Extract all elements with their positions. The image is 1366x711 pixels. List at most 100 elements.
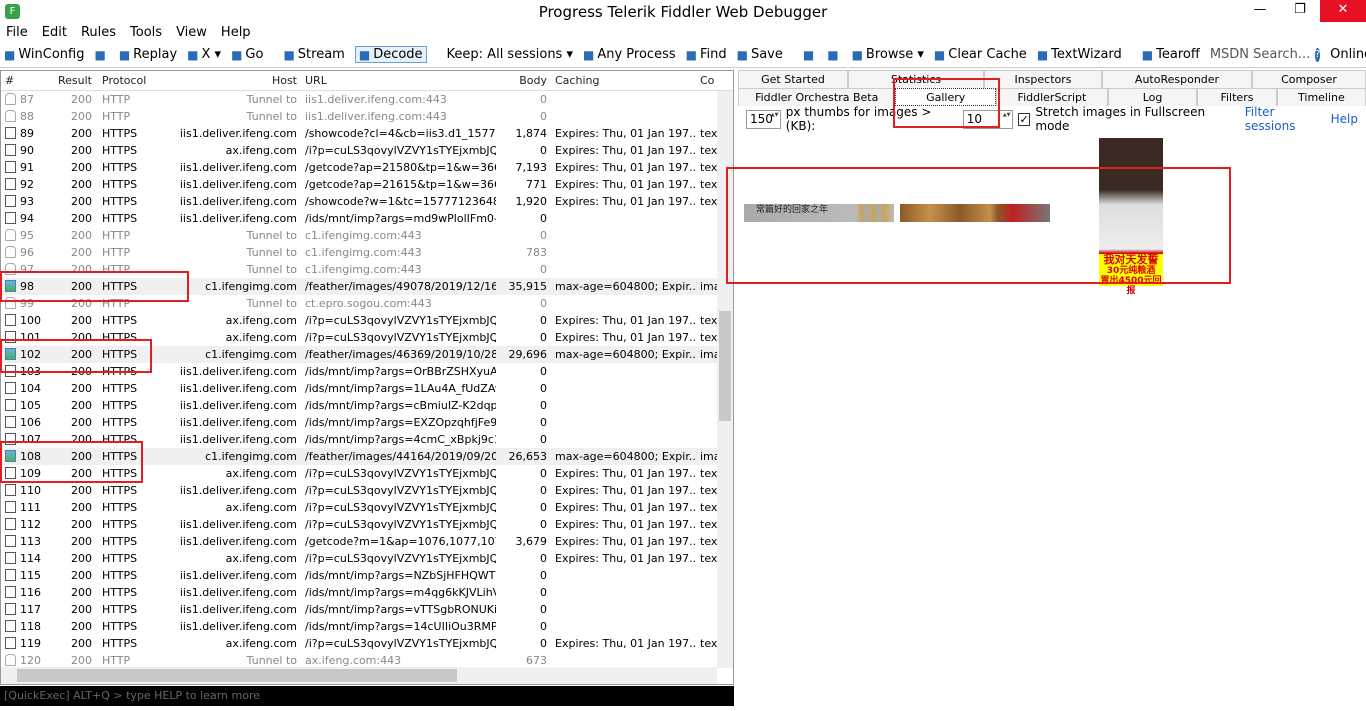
tab-fiddler-orchestra-beta[interactable]: Fiddler Orchestra Beta [738, 88, 896, 106]
menu-help[interactable]: Help [221, 24, 251, 42]
document-icon [5, 382, 16, 394]
toolbar-button[interactable]: ■ [94, 48, 108, 62]
table-row[interactable]: 117 200 HTTPS iis1.deliver.ifeng.com/ids/mn… [1, 601, 733, 618]
table-row[interactable]: 94 200 HTTPS iis1.deliver.ifeng.com/ids/mnt… [1, 210, 733, 227]
tab-get-started[interactable]: Get Started [738, 70, 848, 88]
stretch-checkbox[interactable]: ✓ [1017, 112, 1031, 126]
textwizard-icon: ■ [1036, 47, 1049, 62]
filter-sessions-link[interactable]: Filter sessions [1245, 105, 1326, 133]
minimize-button[interactable]: — [1240, 0, 1280, 22]
toolbar-button[interactable]: ■ [827, 48, 841, 62]
scroll-thumb[interactable] [719, 311, 731, 421]
tab-log[interactable]: Log [1107, 88, 1198, 106]
thumb-size-spinner[interactable]: 150 [746, 109, 781, 129]
toolbar-button[interactable]: ■ Replay [119, 47, 177, 62]
table-row[interactable]: 114 200 HTTPS ax.ifeng.com/i?p=cuLS3qovylVZ… [1, 550, 733, 567]
tab-timeline[interactable]: Timeline [1276, 88, 1366, 106]
close-button[interactable]: ✕ [1320, 0, 1366, 22]
toolbar-button[interactable]: ■ Browse ▾ [852, 47, 924, 62]
toolbar-button[interactable]: ■ Save [737, 47, 783, 62]
tab-fiddlerscript[interactable]: FiddlerScript [995, 88, 1108, 106]
help-icon[interactable]: ? [1314, 47, 1321, 62]
tab-composer[interactable]: Composer [1252, 70, 1366, 88]
menu-rules[interactable]: Rules [81, 24, 116, 42]
menu-view[interactable]: View [176, 24, 207, 42]
tab-autoresponder[interactable]: AutoResponder [1102, 70, 1252, 88]
cell: 200 [71, 110, 92, 123]
toolbar-button[interactable]: ■ WinConfig [4, 47, 84, 62]
cell: 0 [540, 399, 547, 412]
tab-filters[interactable]: Filters [1197, 88, 1277, 106]
table-row[interactable]: 116 200 HTTPS iis1.deliver.ifeng.com/ids/mn… [1, 584, 733, 601]
column-header[interactable]: Caching [551, 71, 696, 90]
cell: iis1.deliver.ifeng.com [179, 620, 297, 633]
table-row[interactable]: 104 200 HTTPS iis1.deliver.ifeng.com/ids/mn… [1, 380, 733, 397]
maximize-button[interactable]: ❐ [1280, 0, 1320, 22]
table-row[interactable]: 90 200 HTTPS ax.ifeng.com/i?p=cuLS3qovylVZV… [1, 142, 733, 159]
sessions-panel: # Result Protocol Host URL Body Caching Co 87 20… [0, 70, 734, 685]
table-row[interactable]: 113 200 HTTPS iis1.deliver.ifeng.com/getcod… [1, 533, 733, 550]
table-row[interactable]: 118 200 HTTPS iis1.deliver.ifeng.com/ids/mn… [1, 618, 733, 635]
table-row[interactable]: 96 200 HTTP Tunnel to c1.ifengimg.com:443 783 [1, 244, 733, 261]
help-link[interactable]: Help [1331, 112, 1358, 126]
cell: Expires: Thu, 01 Jan 197... [555, 637, 696, 650]
table-row[interactable]: 110 200 HTTPS iis1.deliver.ifeng.com/i?p=cu… [1, 482, 733, 499]
table-row[interactable]: 92 200 HTTPS iis1.deliver.ifeng.com/getcode… [1, 176, 733, 193]
cell: 114 [1, 550, 51, 567]
toolbar-button[interactable]: ■ [803, 48, 817, 62]
table-row[interactable]: 100 200 HTTPS ax.ifeng.com/i?p=cuLS3qovylVZ… [1, 312, 733, 329]
cell: Expires: Thu, 01 Jan 197... [555, 467, 696, 480]
table-row[interactable]: 119 200 HTTPS ax.ifeng.com/i?p=cuLS3qovylVZ… [1, 635, 733, 652]
column-header[interactable]: Co [696, 71, 721, 90]
column-header[interactable]: # [1, 71, 51, 90]
toolbar-button[interactable]: ■ Go [231, 47, 263, 62]
scroll-thumb[interactable] [17, 669, 457, 682]
toolbar-button[interactable]: ■ Stream [283, 47, 344, 62]
online-indicator[interactable]: Online [1330, 47, 1366, 62]
toolbar-button[interactable]: ■ Clear Cache [934, 47, 1027, 62]
table-row[interactable]: 88 200 HTTP Tunnel to iis1.deliver.ifeng.com… [1, 108, 733, 125]
cell: 200 [71, 603, 92, 616]
table-row[interactable]: 112 200 HTTPS iis1.deliver.ifeng.com/i?p=cu… [1, 516, 733, 533]
menu-edit[interactable]: Edit [42, 24, 67, 42]
toolbar-button[interactable]: ■ Any Process [583, 47, 676, 62]
cell: /feather/images/44164/2019/09/20/... [305, 450, 496, 463]
column-header[interactable]: Body [496, 71, 551, 90]
menu-tools[interactable]: Tools [130, 24, 162, 42]
cell: 0 [540, 518, 547, 531]
cell: 0 [540, 314, 547, 327]
toolbar-button[interactable]: ■ Decode [354, 46, 427, 63]
cell: 200 [71, 178, 92, 191]
column-header[interactable]: Result [51, 71, 96, 90]
toolbar-button[interactable]: ■ Find [686, 47, 727, 62]
menu-file[interactable]: File [6, 24, 28, 42]
column-header[interactable]: URL [301, 71, 496, 90]
table-row[interactable]: 115 200 HTTPS iis1.deliver.ifeng.com/ids/mn… [1, 567, 733, 584]
windows-icon: ■ [4, 47, 16, 62]
cell: iis1.deliver.ifeng.com [179, 586, 297, 599]
toolbar-button[interactable]: ■ Tearoff [1142, 47, 1200, 62]
toolbar-button[interactable]: Keep: All sessions ▾ [447, 47, 573, 62]
column-header[interactable]: Protocol [96, 71, 151, 90]
table-row[interactable]: 89 200 HTTPS iis1.deliver.ifeng.com/showcod… [1, 125, 733, 142]
cell: 200 [71, 501, 92, 514]
save-icon: ■ [736, 47, 748, 62]
table-row[interactable]: 93 200 HTTPS iis1.deliver.ifeng.com/showcod… [1, 193, 733, 210]
toolbar-button[interactable]: ■ TextWizard [1037, 47, 1122, 62]
tab-inspectors[interactable]: Inspectors [984, 70, 1102, 88]
table-row[interactable]: 111 200 HTTPS ax.ifeng.com/i?p=cuLS3qovylVZ… [1, 499, 733, 516]
annotation-box [893, 78, 1000, 128]
table-row[interactable]: 106 200 HTTPS iis1.deliver.ifeng.com/ids/mn… [1, 414, 733, 431]
table-row[interactable]: 105 200 HTTPS iis1.deliver.ifeng.com/ids/mn… [1, 397, 733, 414]
msdn-search-input[interactable]: MSDN Search... [1210, 47, 1310, 62]
cell: /getcode?ap=21615&tp=1&w=366... [305, 178, 496, 191]
table-row[interactable]: 87 200 HTTP Tunnel to iis1.deliver.ifeng.com… [1, 91, 733, 108]
table-row[interactable]: 95 200 HTTP Tunnel to c1.ifengimg.com:443 0 [1, 227, 733, 244]
cell: iis1.deliver.ifeng.com [179, 382, 297, 395]
quickexec-input[interactable]: [QuickExec] ALT+Q > type HELP to learn m… [0, 686, 734, 706]
column-header[interactable]: Host [151, 71, 301, 90]
horizontal-scrollbar[interactable] [1, 667, 717, 684]
toolbar-button[interactable]: ■ X ▾ [187, 47, 221, 62]
cell: HTTPS [102, 178, 138, 191]
table-row[interactable]: 91 200 HTTPS iis1.deliver.ifeng.com/getcode… [1, 159, 733, 176]
